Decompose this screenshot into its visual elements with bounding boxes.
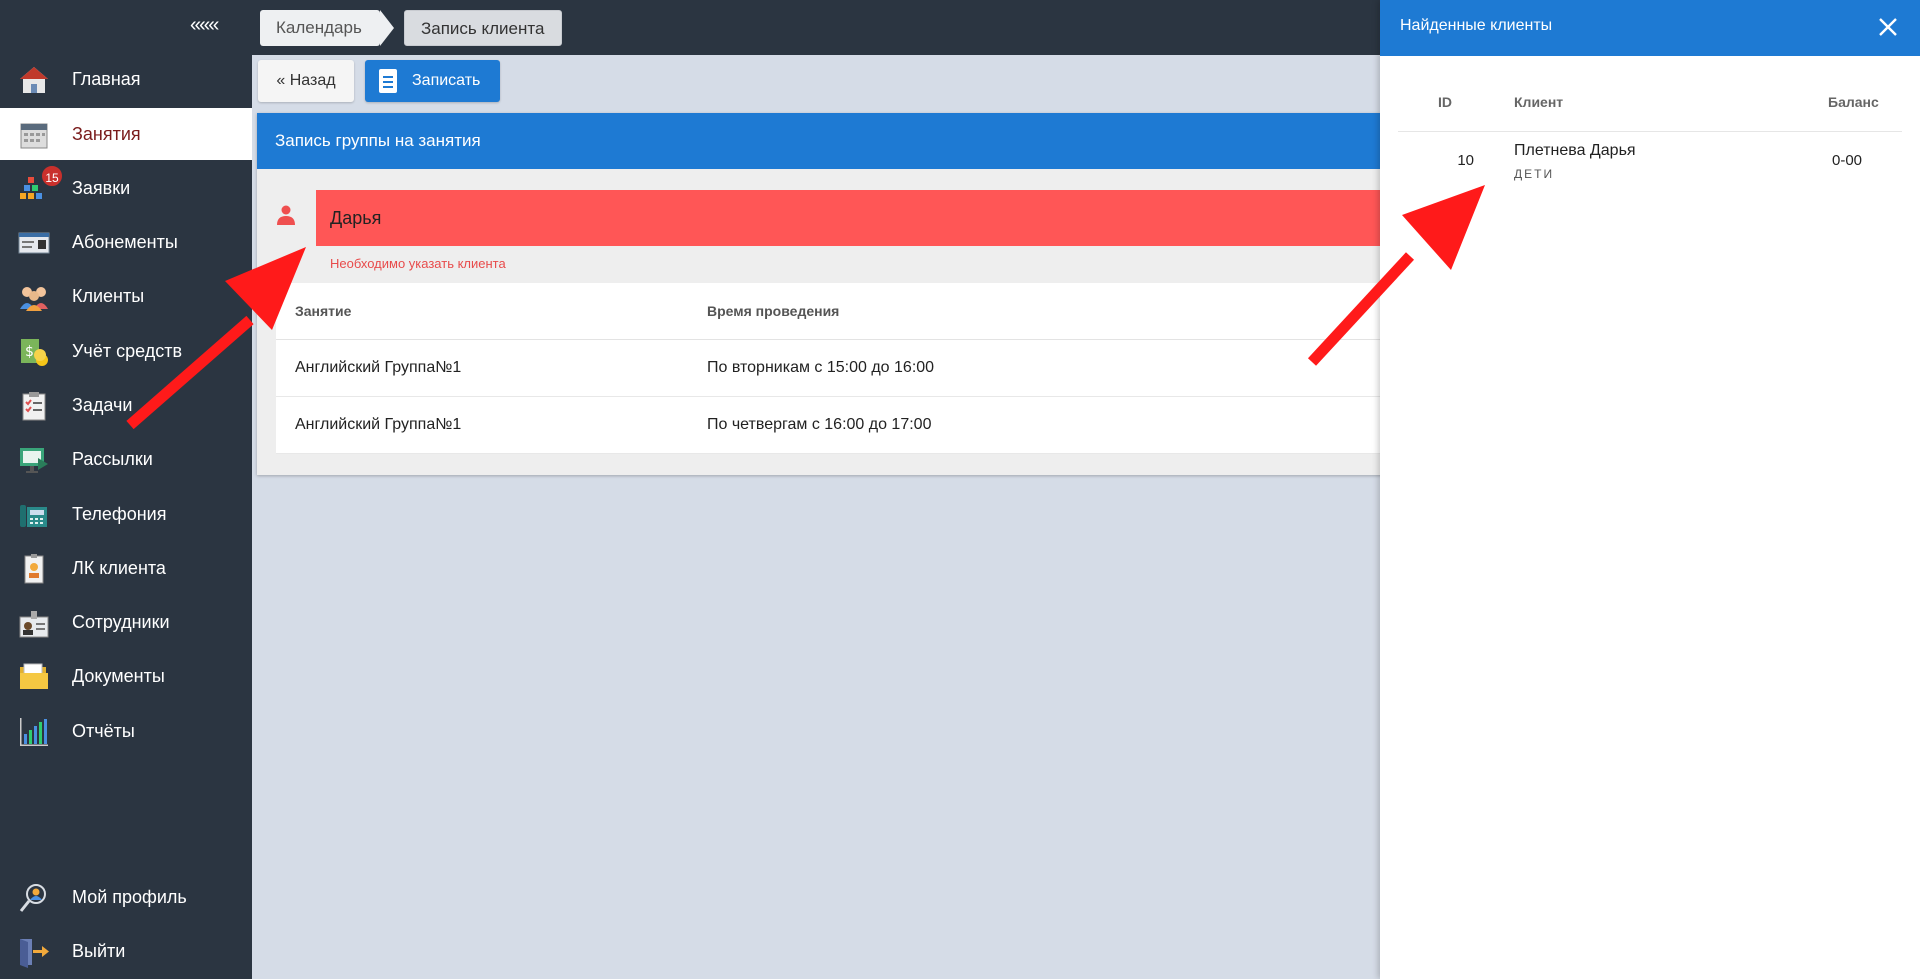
sidebar-item-label: Клиенты — [72, 285, 145, 306]
close-icon[interactable] — [1878, 17, 1898, 37]
client-input[interactable]: Дарья — [316, 190, 1387, 246]
sidebar-item-lessons[interactable]: Занятия — [0, 108, 252, 160]
sidebar: ««« Главная Занятия 15 Заявки Абонементы… — [0, 0, 252, 979]
staff-icon — [19, 611, 49, 638]
person-icon — [277, 205, 295, 225]
client-name: Плетнева Дарья — [1514, 142, 1636, 159]
home-icon — [20, 67, 48, 93]
found-clients-panel: Найденные клиенты ID Клиент Баланс 10 Пл… — [1380, 0, 1920, 979]
lesson-time: По вторникам с 15:00 до 16:00 — [707, 359, 935, 376]
sidebar-item-staff[interactable]: Сотрудники — [0, 596, 252, 648]
sidebar-item-tasks[interactable]: Задачи — [0, 379, 252, 431]
back-button[interactable]: « Назад — [258, 60, 354, 102]
sidebar-item-logout[interactable]: Выйти — [0, 925, 252, 977]
table-row[interactable]: Английский Группа№1 По вторникам с 15:00… — [276, 340, 1387, 397]
sidebar-item-client-account[interactable]: ЛК клиента — [0, 542, 252, 594]
mailing-icon — [20, 448, 48, 473]
profile-icon — [19, 884, 46, 912]
sidebar-collapse-button[interactable]: ««« — [190, 14, 219, 37]
sidebar-item-label: Задачи — [72, 394, 133, 415]
column-header-lesson: Занятие — [295, 303, 352, 319]
svg-text:$: $ — [25, 344, 34, 360]
client-error-message: Необходимо указать клиента — [330, 256, 506, 271]
clipboard-icon — [379, 69, 397, 93]
column-header-id: ID — [1438, 94, 1452, 110]
client-group: ДЕТИ — [1514, 167, 1555, 181]
panel-title: Найденные клиенты — [1400, 17, 1553, 34]
client-account-icon — [24, 554, 44, 584]
logout-door-icon — [20, 939, 49, 968]
breadcrumb-calendar[interactable]: Календарь — [260, 10, 394, 46]
sidebar-item-label: Главная — [72, 68, 141, 89]
sidebar-item-reports[interactable]: Отчёты — [0, 705, 252, 757]
column-header-client: Клиент — [1514, 94, 1564, 110]
sidebar-item-label: Заявки — [72, 177, 131, 198]
sidebar-item-finance[interactable]: $ Учёт средств — [0, 325, 252, 377]
table-row[interactable]: Английский Группа№1 По четвергам с 16:00… — [276, 397, 1387, 454]
record-button-label: Записать — [412, 72, 481, 89]
client-result-row[interactable]: 10 Плетнева Дарья ДЕТИ 0-00 — [1398, 132, 1902, 202]
sidebar-item-requests[interactable]: 15 Заявки — [0, 162, 252, 214]
sidebar-item-subscriptions[interactable]: Абонементы — [0, 216, 252, 268]
clients-icon — [20, 287, 48, 311]
table-header-row: ID Клиент Баланс — [1398, 90, 1902, 132]
found-clients-table: ID Клиент Баланс 10 Плетнева Дарья ДЕТИ … — [1398, 90, 1902, 202]
sidebar-item-label: Мой профиль — [72, 886, 187, 907]
record-button[interactable]: Записать — [365, 60, 500, 102]
group-enrollment-card: Запись группы на занятия Дарья Необходим… — [257, 113, 1387, 475]
sidebar-item-mailings[interactable]: Рассылки — [0, 433, 252, 485]
subscription-card-icon — [18, 232, 50, 254]
lesson-time: По четвергам с 16:00 до 17:00 — [707, 416, 932, 433]
column-header-balance: Баланс — [1828, 94, 1879, 110]
breadcrumb-client-record[interactable]: Запись клиента — [404, 10, 562, 46]
lessons-table: Занятие Время проведения Английский Груп… — [276, 283, 1387, 454]
sidebar-item-clients[interactable]: Клиенты — [0, 270, 252, 322]
sidebar-item-documents[interactable]: Документы — [0, 650, 252, 702]
sidebar-item-label: Рассылки — [72, 448, 153, 469]
panel-header: Найденные клиенты — [1380, 0, 1920, 56]
sidebar-item-label: Сотрудники — [72, 611, 170, 632]
table-header-row: Занятие Время проведения — [276, 283, 1387, 340]
tasks-checklist-icon — [22, 392, 46, 421]
sidebar-item-label: Документы — [72, 665, 165, 686]
sidebar-item-label: Телефония — [72, 503, 167, 524]
telephone-icon — [20, 505, 47, 527]
sidebar-item-profile[interactable]: Мой профиль — [0, 871, 252, 923]
money-icon: $ — [21, 339, 48, 366]
lesson-name: Английский Группа№1 — [295, 416, 462, 433]
documents-folder-icon — [20, 663, 48, 689]
column-header-time: Время проведения — [707, 303, 840, 319]
requests-count-badge: 15 — [40, 164, 64, 188]
reports-chart-icon — [20, 718, 48, 746]
sidebar-item-label: Абонементы — [72, 231, 178, 252]
sidebar-item-label: Учёт средств — [72, 340, 183, 361]
calendar-icon — [20, 123, 48, 149]
sidebar-item-label: ЛК клиента — [72, 557, 166, 578]
sidebar-item-telephony[interactable]: Телефония — [0, 488, 252, 540]
sidebar-item-home[interactable]: Главная — [0, 53, 252, 105]
card-title: Запись группы на занятия — [257, 113, 1387, 169]
lesson-name: Английский Группа№1 — [295, 359, 462, 376]
client-balance: 0-00 — [1832, 152, 1863, 169]
sidebar-item-label: Выйти — [72, 940, 126, 961]
client-id: 10 — [1457, 152, 1474, 169]
sidebar-item-label: Отчёты — [72, 720, 135, 741]
sidebar-item-label: Занятия — [72, 123, 141, 144]
